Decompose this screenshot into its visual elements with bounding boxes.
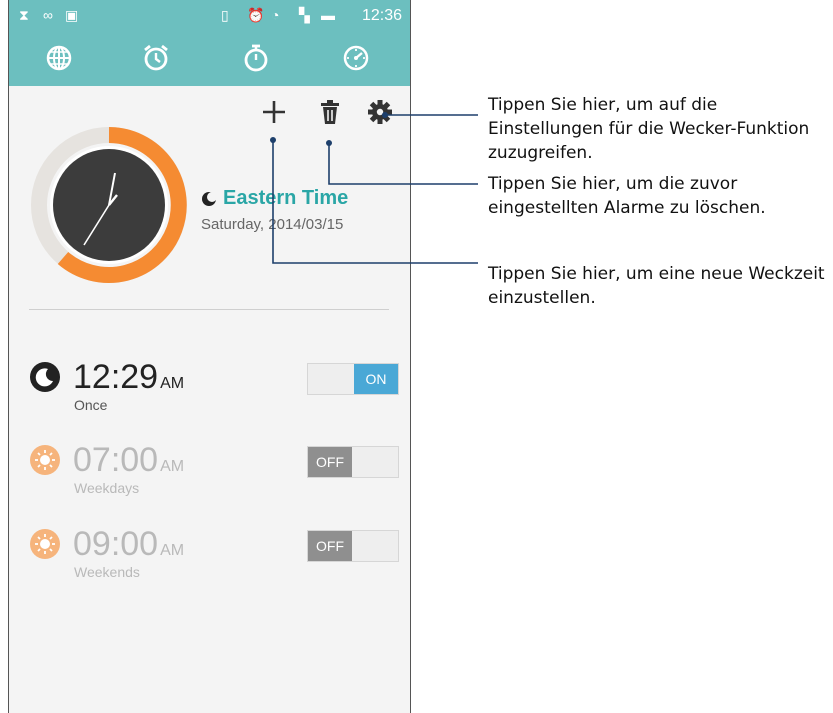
callout-delete: Tippen Sie hier, um die zuvor eingestell…: [488, 174, 766, 218]
callout-add: Tippen Sie hier, um eine neue Weckzeit e…: [488, 264, 825, 308]
callout-settings: Tippen Sie hier, um auf die Einstellunge…: [488, 95, 810, 163]
